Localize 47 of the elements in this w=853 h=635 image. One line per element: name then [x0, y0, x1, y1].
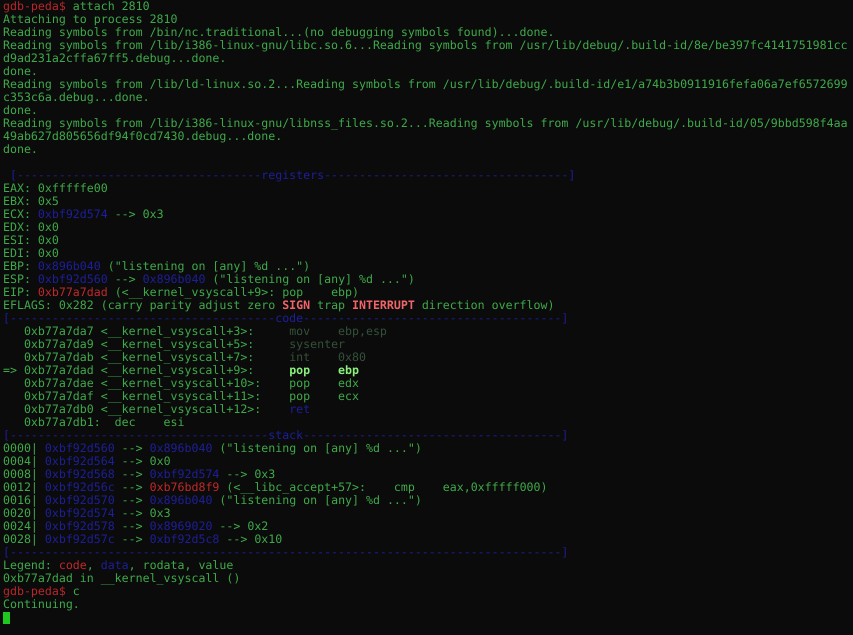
terminal-line: ESP: 0xbf92d560 --> 0x896b040 ("listening on [any] %d ...") [3, 272, 415, 286]
section-divider: [-------------------------------------------------------------------------------] [3, 545, 568, 559]
terminal-line: c353c6a.debug...done. [3, 90, 150, 104]
terminal-line: Attaching to process 2810 [3, 12, 178, 26]
terminal-line: 0xb77a7dad in __kernel_vsyscall () [3, 571, 240, 585]
terminal-line: EDX: 0x0 [3, 220, 59, 234]
terminal-line: EIP: 0xb77a7dad (<__kernel_vsyscall+9>: pop ebp) [3, 285, 359, 299]
terminal-line: d9ad231a2cffa67ff5.debug...done. [3, 51, 226, 65]
terminal-line: Reading symbols from /bin/nc.traditional...(no debugging symbols found)...done. [3, 25, 554, 39]
text-cursor [3, 612, 10, 624]
terminal-line: 0020| 0xbf92d574 --> 0x3 [3, 506, 171, 520]
terminal-line: 0004| 0xbf92d564 --> 0x0 [3, 454, 171, 468]
terminal-line: 0xb77a7db1: dec esi [22, 415, 184, 429]
terminal-line: 49ab627d805656df94f0cd7430.debug...done. [3, 129, 282, 143]
terminal-line: 0008| 0xbf92d568 --> 0xbf92d574 --> 0x3 [3, 467, 276, 481]
terminal-line: 0024| 0xbf92d578 --> 0x8969020 --> 0x2 [3, 519, 268, 533]
terminal-line: 0xb77a7dae <__kernel_vsyscall+10>: pop edx [22, 376, 359, 390]
terminal-line: gdb-peda$ c [3, 584, 80, 598]
terminal-line: Reading symbols from /lib/ld-linux.so.2...Reading symbols from /usr/lib/debug/.build-id/e1/a74b3b0911916fefa06a7ef6572699 [3, 77, 848, 91]
terminal-line: EDI: 0x0 [3, 246, 59, 260]
terminal-line: 0xb77a7da7 <__kernel_vsyscall+3>: mov ebp,esp [22, 324, 387, 338]
terminal-line: Legend: code, data, rodata, value [3, 558, 234, 572]
terminal-line: 0000| 0xbf92d560 --> 0x896b040 ("listening on [any] %d ...") [3, 441, 422, 455]
terminal-line: 0xb77a7dab <__kernel_vsyscall+7>: int 0x80 [22, 350, 366, 364]
terminal-line: 0028| 0xbf92d57c --> 0xbf92d5c8 --> 0x10 [3, 532, 282, 546]
terminal-line: 0012| 0xbf92d56c --> 0xb76bd8f9 (<__libc_accept+57>: cmp eax,0xfffff000) [3, 480, 548, 494]
terminal-line: EAX: 0xfffffe00 [3, 181, 108, 195]
terminal-line: Reading symbols from /lib/i386-linux-gnu/libc.so.6...Reading symbols from /usr/lib/debug/.build-id/8e/be397fc4141751981cc [3, 38, 848, 52]
terminal-line: done. [3, 64, 38, 78]
terminal-line: => 0xb77a7dad <__kernel_vsyscall+9>: pop ebp [3, 363, 359, 377]
section-divider: [--------------------------------------code-------------------------------------] [3, 311, 568, 325]
terminal-line: ESI: 0x0 [3, 233, 59, 247]
terminal-line: 0xb77a7da9 <__kernel_vsyscall+5>: sysenter [22, 337, 346, 351]
terminal-line: EFLAGS: 0x282 (carry parity adjust zero SIGN trap INTERRUPT direction overflow) [3, 298, 554, 312]
terminal-line: 0xb77a7daf <__kernel_vsyscall+11>: pop ecx [22, 389, 359, 403]
section-divider: [-------------------------------------stack-------------------------------------] [3, 428, 568, 442]
terminal-line: done. [3, 142, 38, 156]
terminal-line: Reading symbols from /lib/i386-linux-gnu/libnss_files.so.2...Reading symbols from /usr/lib/debug/.build-id/05/9bbd598f4aa [3, 116, 848, 130]
terminal-line: done. [3, 103, 38, 117]
terminal-line: gdb-peda$ attach 2810 [3, 0, 150, 13]
terminal-line: 0xb77a7db0 <__kernel_vsyscall+12>: ret [22, 402, 310, 416]
terminal-line: EBX: 0x5 [3, 194, 59, 208]
section-divider: [-----------------------------------registers-----------------------------------] [8, 168, 576, 182]
terminal-line: EBP: 0x896b040 ("listening on [any] %d ...") [3, 259, 310, 273]
terminal-line: 0016| 0xbf92d570 --> 0x896b040 ("listening on [any] %d ...") [3, 493, 422, 507]
terminal-line: Continuing. [3, 597, 80, 611]
terminal-line: ECX: 0xbf92d574 --> 0x3 [3, 207, 164, 221]
